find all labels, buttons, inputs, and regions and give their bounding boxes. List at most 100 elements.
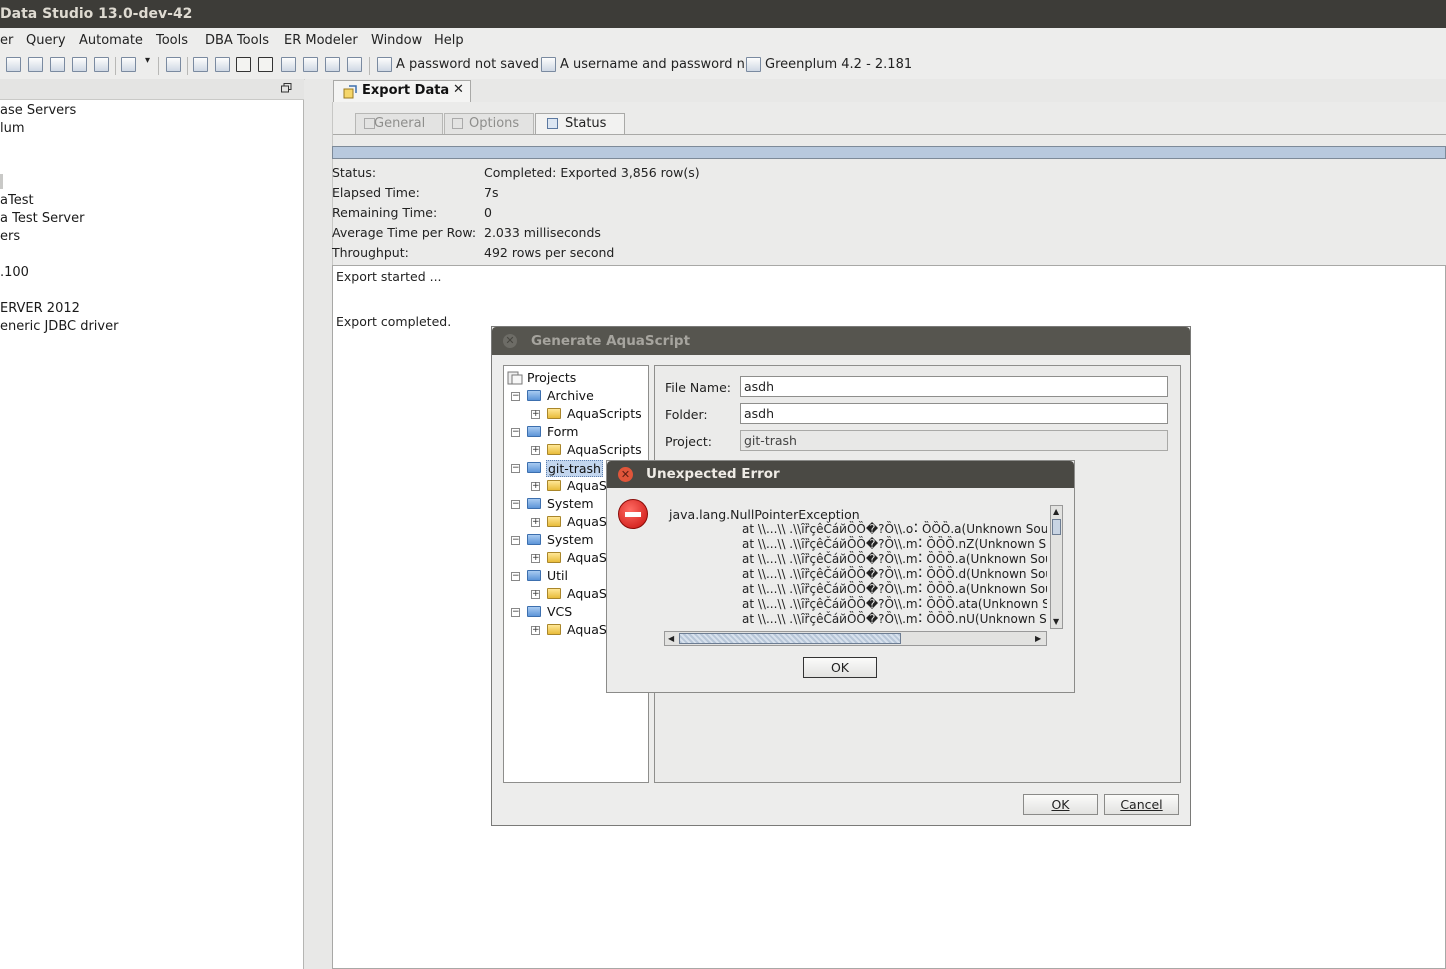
tree-item[interactable]: aTest — [0, 193, 34, 208]
button-label: Cancel — [1120, 797, 1163, 812]
menu-automate[interactable]: Automate — [79, 33, 143, 48]
error-icon — [618, 499, 648, 529]
stack-trace-line: at \\...\\ .\\ȋȑçêČáйȌȌ�?Ȍ\\.m⠅ȌȌȌ.nZ(Un… — [742, 537, 1047, 551]
tree-item[interactable]: ase Servers — [0, 103, 76, 118]
collapse-icon[interactable]: − — [511, 536, 520, 545]
tree-item[interactable]: a Test Server — [0, 211, 84, 226]
vertical-scrollbar[interactable]: ▲ ▼ — [1050, 505, 1063, 629]
visual-editor-icon[interactable] — [72, 57, 87, 72]
grid-view-icon[interactable] — [193, 57, 208, 72]
collapse-icon[interactable]: − — [511, 500, 520, 509]
tree-node-form[interactable]: − Form — [504, 424, 648, 440]
menu-help[interactable]: Help — [434, 33, 464, 48]
collapse-icon[interactable]: − — [511, 608, 520, 617]
toolbar-separator — [158, 57, 159, 75]
tree-label: System — [547, 496, 594, 511]
expand-icon[interactable]: + — [531, 446, 540, 455]
server-warning-username[interactable]: A username and password n — [560, 57, 745, 72]
server-greenplum[interactable]: Greenplum 4.2 - 2.181 — [765, 57, 912, 72]
folder-icon — [527, 498, 541, 509]
dialog-titlebar: ✕ Generate AquaScript — [492, 327, 1190, 355]
collapse-icon[interactable]: − — [511, 428, 520, 437]
tree-item[interactable]: lum — [0, 121, 25, 136]
tree-item[interactable]: ERVER 2012 — [0, 301, 80, 316]
collapse-icon[interactable]: − — [511, 464, 520, 473]
tree-node-archive[interactable]: − Archive — [504, 388, 648, 404]
close-icon[interactable]: ✕ — [503, 334, 517, 348]
script-icon[interactable] — [121, 57, 136, 72]
folder-icon — [547, 480, 561, 491]
query-window-icon[interactable] — [6, 57, 21, 72]
menu-window[interactable]: Window — [371, 33, 422, 48]
folder-icon — [547, 588, 561, 599]
horizontal-scrollbar[interactable]: ◀ ▶ — [664, 631, 1047, 646]
tab-label: Status — [565, 116, 607, 131]
tab-general[interactable]: General — [355, 113, 443, 134]
close-icon[interactable]: ✕ — [453, 82, 464, 97]
table-data-editor-icon[interactable] — [50, 57, 65, 72]
server-browser-tree[interactable]: ase Servers lum aTest a Test Server ers … — [0, 100, 304, 969]
error-details[interactable]: java.lang.NullPointerException at \\...\… — [667, 507, 1047, 629]
folder-input[interactable] — [740, 403, 1168, 424]
log-line: Export completed. — [336, 314, 452, 329]
restore-window-icon[interactable] — [281, 83, 292, 93]
table-view-icon[interactable] — [258, 57, 273, 72]
xml-view-icon[interactable] — [303, 57, 318, 72]
print-icon[interactable] — [166, 57, 181, 72]
window-titlebar: Data Studio 13.0-dev-42 — [0, 0, 1446, 28]
tree-item[interactable]: .100 — [0, 265, 29, 280]
scroll-up-icon[interactable]: ▲ — [1053, 507, 1059, 516]
remaining-value: 0 — [484, 205, 492, 220]
expand-icon[interactable]: + — [531, 554, 540, 563]
server-icon[interactable] — [541, 57, 556, 72]
folder-icon — [527, 426, 541, 437]
expand-icon[interactable]: + — [531, 518, 540, 527]
menu-query[interactable]: Query — [26, 33, 66, 48]
explain-plan-icon[interactable] — [325, 57, 340, 72]
tab-status[interactable]: Status — [535, 113, 625, 135]
scroll-down-icon[interactable]: ▼ — [1053, 617, 1059, 626]
collapse-icon[interactable]: − — [511, 392, 520, 401]
schema-browser-icon[interactable] — [94, 57, 109, 72]
menu-dba-tools[interactable]: DBA Tools — [205, 33, 269, 48]
expand-icon[interactable]: + — [531, 410, 540, 419]
server-warning-password[interactable]: A password not saved — [396, 57, 539, 72]
server-icon[interactable] — [746, 57, 761, 72]
expand-icon[interactable]: + — [531, 590, 540, 599]
menu-tools[interactable]: Tools — [156, 33, 188, 48]
menu-er-modeler[interactable]: ER Modeler — [284, 33, 358, 48]
tree-node-aquascripts[interactable]: + AquaScripts — [504, 442, 648, 458]
query-analyzer-icon[interactable] — [28, 57, 43, 72]
ok-button[interactable]: OK — [1023, 794, 1098, 815]
cancel-button[interactable]: Cancel — [1104, 794, 1179, 815]
scrollbar-thumb[interactable] — [679, 633, 901, 644]
dialog-titlebar: ✕ Unexpected Error — [607, 461, 1074, 488]
tree-label: AquaS — [567, 514, 607, 529]
tree-item[interactable]: eneric JDBC driver — [0, 319, 118, 334]
tree-item[interactable]: ers — [0, 229, 20, 244]
key-warning-icon[interactable] — [377, 57, 392, 72]
error-message: java.lang.NullPointerException — [669, 507, 860, 522]
close-icon[interactable]: ✕ — [618, 467, 633, 482]
tab-export-data[interactable]: Export Data ✕ — [333, 80, 471, 102]
text-view-icon[interactable] — [281, 57, 296, 72]
grid-icon — [547, 118, 558, 129]
scroll-right-icon[interactable]: ▶ — [1035, 634, 1041, 643]
scrollbar-thumb[interactable] — [1052, 519, 1061, 535]
chart-view-icon[interactable] — [347, 57, 362, 72]
chevron-down-icon[interactable]: ▾ — [145, 55, 150, 66]
form-view-icon[interactable] — [215, 57, 230, 72]
export-icon — [343, 85, 357, 99]
collapse-icon[interactable]: − — [511, 572, 520, 581]
expand-icon[interactable]: + — [531, 482, 540, 491]
scroll-left-icon[interactable]: ◀ — [668, 634, 674, 643]
menu-server[interactable]: er — [0, 33, 13, 48]
tree-label: AquaScripts — [567, 406, 642, 421]
file-name-input[interactable] — [740, 376, 1168, 397]
button-label: OK — [1051, 797, 1070, 812]
pivot-view-icon[interactable] — [236, 57, 251, 72]
tree-node-aquascripts[interactable]: + AquaScripts — [504, 406, 648, 422]
error-ok-button[interactable]: OK — [803, 657, 877, 678]
tab-options[interactable]: Options — [444, 113, 534, 134]
expand-icon[interactable]: + — [531, 626, 540, 635]
